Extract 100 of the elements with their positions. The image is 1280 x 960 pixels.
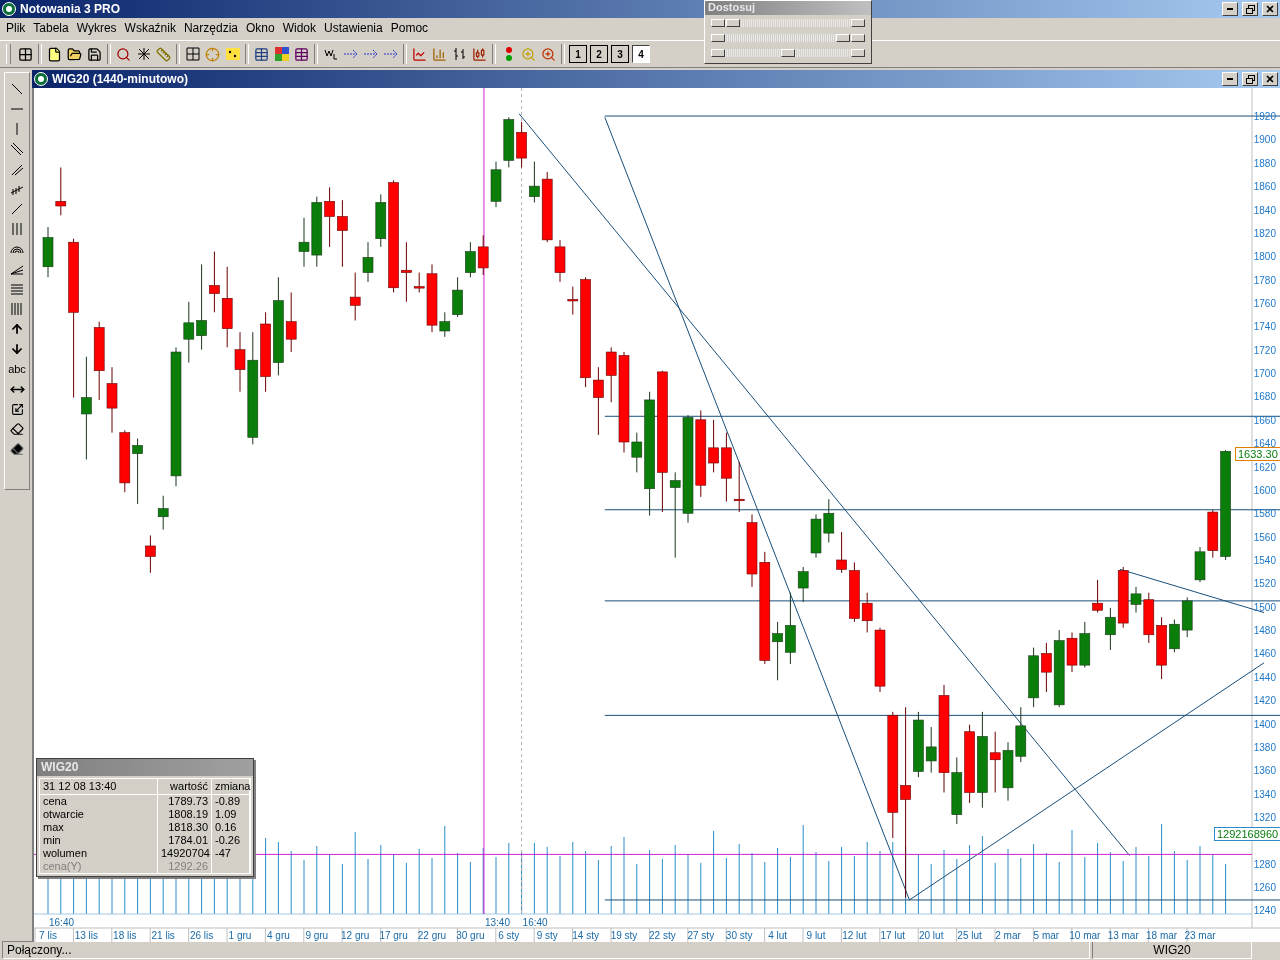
menu-item[interactable]: Pomoc [386,21,433,35]
info-value: 1808.19 [158,808,212,821]
date-label: 19 sty [610,930,638,941]
date-label: 13 mar [1107,930,1139,941]
date-label: 18 mar [1146,930,1178,941]
axis-tick-label: 1580 [1253,508,1276,520]
date-label: 7 lis [39,930,57,941]
date-label: 18 lis [113,930,137,941]
column-header: zmiana [212,779,250,795]
axis-tick-label: 1560 [1253,531,1276,543]
info-value: 1292.26 [158,860,212,873]
axis-tick-label: 1620 [1253,461,1276,473]
menu-item[interactable]: Okno [242,21,279,35]
axis-tick-label: 1240 [1253,905,1276,917]
axis-tick-label: 1900 [1253,134,1276,146]
axis-tick-label: 1520 [1253,578,1276,590]
axis-tick-label: 1720 [1253,344,1276,356]
column-header: wartość [158,779,212,795]
info-label: otwarcie [40,808,158,821]
info-value: 1784.01 [158,834,212,847]
axis-tick-label: 1660 [1253,414,1276,426]
axis-tick-label: 1500 [1253,601,1276,613]
axis-tick-label: 1840 [1253,204,1276,216]
layout-button[interactable]: 2 [590,45,608,63]
date-label: 20 lut [918,930,944,941]
date-label: 30 sty [725,930,753,941]
time-label: 13:40 [484,917,510,928]
window-title: Notowania 3 PRO [20,2,120,16]
date-label: 1 gru [228,930,252,941]
date-label: 2 mar [995,930,1021,941]
layout-button[interactable]: 3 [611,45,629,63]
axis-tick-label: 1700 [1253,368,1276,380]
menu-item[interactable]: Plik [2,21,30,35]
axis-tick-label: 1800 [1253,251,1276,263]
info-change: 1.09 [212,808,250,821]
axis-tick-label: 1460 [1253,648,1276,660]
date-label: 22 sty [649,930,676,941]
axis-tick-label: 1780 [1253,274,1276,286]
axis-tick-label: 1320 [1253,812,1276,823]
status-message: Połączony... [2,941,1090,959]
date-label: 4 lut [768,930,788,941]
time-label: 16:40 [49,917,75,928]
info-change: 0.16 [212,821,250,834]
date-label: 5 mar [1033,930,1060,941]
date-label: 26 lis [189,930,214,941]
date-label: 10 mar [1069,930,1101,941]
axis-tick-label: 1540 [1253,555,1276,566]
date-label: 30 gru [456,930,485,941]
menu-item[interactable]: Widok [278,21,320,35]
axis-tick-label: 1400 [1253,718,1276,730]
axis-tick-label: 1360 [1253,765,1276,777]
info-label: min [40,834,158,847]
menu-item[interactable]: Narzędzia [179,21,242,35]
info-change: -0.89 [212,795,250,808]
axis-tick-label: 1820 [1253,227,1276,239]
axis-tick-label: 1380 [1253,741,1276,753]
date-label: 12 gru [341,930,370,941]
info-label: max [40,821,158,834]
date-label: 14 sty [572,930,599,941]
axis-tick-label: 1920 [1253,111,1276,123]
date-label: 12 lut [842,930,867,941]
menu-item[interactable]: Tabela [29,21,73,35]
info-panel-title: WIG20 [37,759,253,776]
date-label: 27 sty [687,930,715,941]
layout-button[interactable]: 4 [632,45,650,63]
layout-button[interactable]: 1 [569,45,587,63]
date-label: 25 lut [957,930,982,941]
menu-item[interactable]: Wykres [72,21,121,35]
info-change: -0.26 [212,834,250,847]
info-label: cena [40,795,158,808]
info-label: wolumen [40,847,158,860]
info-value: 1818.30 [158,821,212,834]
axis-tick-label: 1600 [1253,484,1276,496]
axis-tick-label: 1260 [1253,882,1276,894]
text-tool[interactable]: abc [6,359,28,379]
date-label: 4 gru [267,930,290,941]
date-label: 9 sty [536,930,558,941]
menu-item[interactable]: Wskaźnik [120,21,180,35]
axis-tick-label: 1680 [1253,391,1276,403]
date-label: 17 gru [379,930,408,941]
chart-window-title: WIG20 (1440-minutowo) [52,72,188,86]
date-label: 6 sty [498,930,520,941]
volume-marker: 1292168960 [1214,827,1280,841]
axis-tick-label: 1760 [1253,297,1276,309]
date-label: 17 lut [880,930,906,941]
menu-item[interactable]: Ustawienia [320,21,387,35]
axis-tick-label: 1440 [1253,671,1276,683]
info-timestamp: 31 12 08 13:40 [40,779,158,795]
status-instrument: WIG20 [1092,941,1252,959]
date-label: 23 mar [1184,930,1216,941]
axis-tick-label: 1640 [1253,438,1276,450]
date-label: 22 gru [417,930,447,941]
axis-tick-label: 1740 [1253,321,1276,333]
info-label: cena(Y) [40,860,158,873]
axis-tick-label: 1860 [1253,181,1276,193]
axis-tick-label: 1340 [1253,788,1276,800]
info-change: -47 [212,847,250,860]
adjust-panel-title: Dostosuj [705,1,871,15]
date-label: 9 lut [806,930,826,941]
axis-tick-label: 1480 [1253,625,1276,637]
